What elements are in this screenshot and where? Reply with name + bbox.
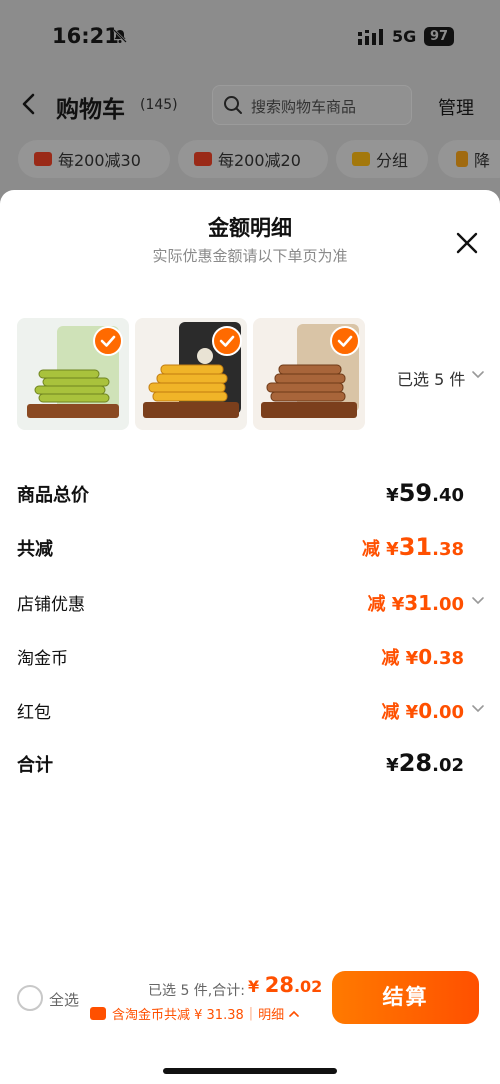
manage-button[interactable]: 管理: [438, 94, 474, 120]
shop-icon: [34, 152, 52, 166]
row-amount-subtotal: ¥59.40: [386, 479, 464, 507]
footer-total: ¥ 28.02: [248, 973, 323, 997]
chip-label: 每200减20: [218, 151, 301, 170]
selected-count-label: 已选 5 件: [397, 370, 466, 389]
coin-discount-text: 含淘金币共减 ¥ 31.38: [112, 1008, 244, 1023]
network-label: 5G: [392, 27, 417, 46]
cart-count: (145): [140, 97, 178, 113]
checkout-button[interactable]: 结算: [332, 971, 479, 1024]
search-input[interactable]: 搜索购物车商品: [212, 85, 412, 125]
mute-bell-icon: [113, 29, 127, 43]
row-amount-grand-total: ¥28.02: [386, 749, 464, 777]
home-indicator: [163, 1068, 337, 1074]
divider: |: [248, 1006, 254, 1021]
chip-label: 每200减30: [58, 151, 141, 170]
chevron-down-icon[interactable]: [471, 704, 485, 714]
chip-discount-20[interactable]: 每200减20: [178, 140, 328, 178]
folder-icon: [352, 152, 370, 166]
select-all-radio[interactable]: [17, 985, 43, 1011]
row-amount-total-discount: 减 ¥31.38: [361, 533, 464, 561]
selected-count-toggle[interactable]: 已选 5 件: [397, 366, 465, 390]
chevron-up-icon: [289, 1010, 299, 1017]
row-label-grand-total: 合计: [17, 755, 53, 776]
checked-icon[interactable]: [330, 326, 360, 356]
footer-coin-discount[interactable]: 含淘金币共减 ¥ 31.38 | 明细: [90, 1004, 300, 1023]
chip-label: 分组: [376, 151, 409, 170]
search-icon: [224, 96, 242, 114]
chevron-down-icon[interactable]: [471, 370, 485, 380]
row-label-subtotal: 商品总价: [17, 485, 89, 506]
status-time: 16:21: [52, 24, 119, 48]
battery-icon: 97: [424, 27, 454, 46]
detail-link[interactable]: 明细: [258, 1004, 284, 1023]
row-amount-red-packet: 减 ¥0.00: [381, 699, 464, 723]
row-amount-store-discount: 减 ¥31.00: [367, 591, 464, 615]
back-arrow-icon[interactable]: [18, 92, 40, 116]
row-amount-coins: 减 ¥0.38: [381, 645, 464, 669]
coin-ticket-icon: [90, 1007, 106, 1020]
search-placeholder: 搜索购物车商品: [251, 98, 357, 116]
row-label-coins: 淘金币: [17, 649, 68, 669]
signal-icon: [358, 29, 383, 45]
row-label-store-discount[interactable]: 店铺优惠: [17, 590, 85, 615]
down-arrow-icon: [456, 151, 468, 167]
sheet-subtitle: 实际优惠金额请以下单页为准: [152, 247, 348, 265]
checked-icon[interactable]: [93, 326, 123, 356]
sheet-title: 金额明细: [208, 216, 292, 240]
chip-group[interactable]: 分组: [336, 140, 428, 178]
select-all-label[interactable]: 全选: [49, 989, 79, 1010]
chip-price-drop[interactable]: 降: [438, 140, 500, 178]
page-title: 购物车: [56, 97, 125, 123]
footer-selected-text: 已选 5 件,合计:: [148, 983, 245, 999]
close-icon[interactable]: [455, 231, 479, 255]
shop-icon: [194, 152, 212, 166]
chevron-down-icon[interactable]: [471, 596, 485, 606]
chip-label: 降: [474, 151, 491, 170]
row-label-total-discount: 共减: [17, 539, 53, 560]
chip-discount-30[interactable]: 每200减30: [18, 140, 170, 178]
row-label-red-packet[interactable]: 红包: [17, 698, 51, 723]
checked-icon[interactable]: [212, 326, 242, 356]
